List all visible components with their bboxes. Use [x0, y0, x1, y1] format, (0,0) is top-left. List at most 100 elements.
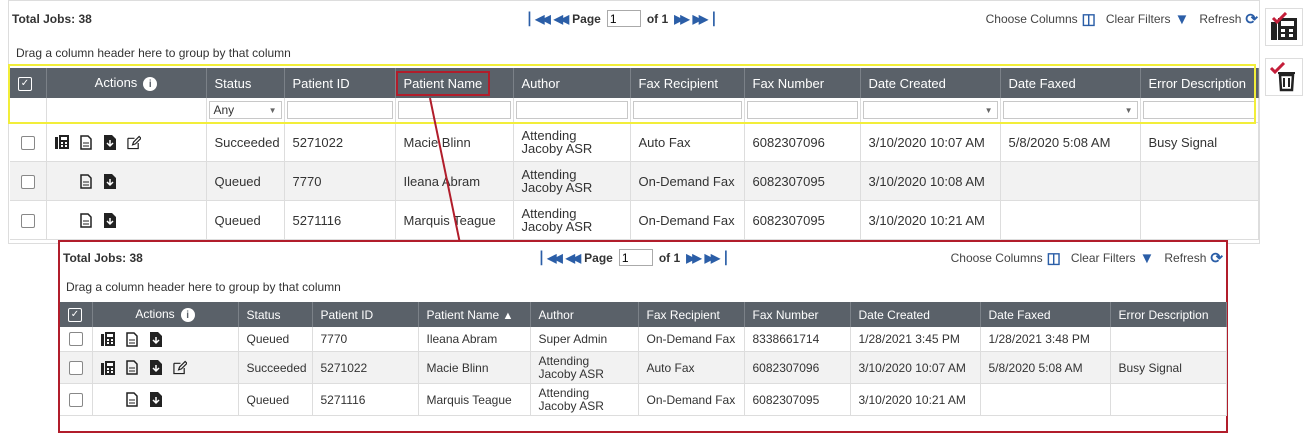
select-all-header[interactable]: ✓ [10, 68, 47, 98]
clear-filters-button[interactable]: Clear Filters ▼ [1106, 11, 1190, 28]
col-author[interactable]: Author [513, 68, 631, 98]
download-icon[interactable] [103, 212, 117, 228]
col-status[interactable]: Status [206, 68, 285, 98]
col-actions[interactable]: Actions i [46, 68, 207, 98]
col-error-description[interactable]: Error Description [1110, 302, 1227, 327]
date-created-filter[interactable]: ▼ [862, 101, 998, 119]
edit-icon[interactable] [172, 360, 187, 376]
first-page-icon[interactable]: ▏◀◀ [529, 12, 551, 26]
fax-recipient-filter[interactable] [632, 101, 742, 119]
status-filter-select[interactable]: Any ▼ [208, 101, 282, 119]
choose-columns-button[interactable]: Choose Columns ◫ [951, 249, 1061, 267]
error-description-cell [1140, 200, 1259, 240]
last-page-icon[interactable]: ▶▶▕ [693, 12, 715, 26]
col-patient-id[interactable]: Patient ID [312, 302, 419, 327]
col-date-created[interactable]: Date Created [850, 302, 981, 327]
info-icon[interactable]: i [180, 308, 195, 323]
row-checkbox[interactable] [68, 332, 83, 347]
date-created-cell: 1/28/2021 3:45 PM [850, 327, 981, 352]
download-icon[interactable] [149, 331, 163, 347]
next-page-icon[interactable]: ▶▶ [674, 12, 690, 26]
prev-page-icon[interactable]: ◀◀ [554, 12, 570, 26]
fax-icon[interactable] [54, 134, 69, 150]
date-created-cell: 3/10/2020 10:07 AM [860, 122, 1001, 162]
row-checkbox[interactable] [20, 135, 35, 150]
author-line-2: Jacoby ASR [538, 366, 604, 381]
action-icons [55, 173, 198, 189]
error-description-filter[interactable] [1142, 101, 1256, 119]
filter-cell: ▼ [1000, 98, 1141, 123]
date-faxed-filter[interactable]: ▼ [1002, 101, 1138, 119]
info-icon[interactable]: i [143, 77, 158, 92]
document-icon[interactable] [79, 134, 93, 150]
col-fax-recipient[interactable]: Fax Recipient [638, 302, 745, 327]
patient-id-filter[interactable] [286, 101, 393, 119]
group-by-bar[interactable]: Drag a column header here to group by th… [66, 280, 341, 294]
col-author[interactable]: Author [530, 302, 639, 327]
row-checkbox[interactable] [20, 213, 35, 228]
col-patient-name[interactable]: Patient Name ▲ [418, 302, 531, 327]
patient-name-cell: Ileana Abram [395, 161, 514, 201]
col-patient-id[interactable]: Patient ID [284, 68, 396, 98]
prev-page-icon[interactable]: ◀◀ [566, 251, 582, 265]
clear-filters-button[interactable]: Clear Filters ▼ [1071, 250, 1155, 267]
refresh-button[interactable]: Refresh ⟳ [1199, 10, 1258, 28]
document-icon[interactable] [79, 173, 93, 189]
col-date-faxed[interactable]: Date Faxed [1000, 68, 1141, 98]
row-checkbox[interactable] [68, 360, 83, 375]
check-icon[interactable]: ✓ [68, 307, 82, 322]
col-fax-number[interactable]: Fax Number [744, 68, 861, 98]
col-error-description[interactable]: Error Description [1140, 68, 1259, 98]
row-select-cell [60, 351, 93, 384]
delete-fax-icon[interactable] [1265, 58, 1303, 96]
columns-icon: ◫ [1081, 11, 1096, 28]
action-icons [54, 134, 198, 150]
author-cell: Attending Jacoby ASR [530, 351, 639, 384]
col-patient-name[interactable]: Patient Name [395, 68, 514, 98]
choose-columns-button[interactable]: Choose Columns ◫ [986, 10, 1096, 28]
download-icon[interactable] [149, 360, 163, 376]
fax-queue-icon[interactable] [1265, 8, 1303, 46]
patient-name-cell: Marquis Teague [395, 200, 514, 240]
status-cell: Queued [238, 383, 313, 416]
col-date-created[interactable]: Date Created [860, 68, 1001, 98]
download-icon[interactable] [103, 134, 117, 150]
chevron-down-icon: ▼ [268, 105, 277, 115]
page-input[interactable] [606, 10, 641, 27]
last-page-icon[interactable]: ▶▶▕ [705, 251, 727, 265]
filter-row: Any ▼ ▼ ▼ [10, 98, 1259, 123]
page-input[interactable] [618, 249, 653, 266]
check-icon[interactable]: ✓ [18, 76, 32, 91]
filter-icon: ▼ [1139, 249, 1155, 267]
download-icon[interactable] [149, 392, 163, 408]
action-icons [101, 392, 230, 408]
col-fax-number[interactable]: Fax Number [744, 302, 851, 327]
table-row: Succeeded 5271022 Macie Blinn Attending J… [60, 351, 1227, 384]
download-icon[interactable] [103, 173, 117, 189]
first-page-icon[interactable]: ▏◀◀ [541, 251, 563, 265]
row-checkbox[interactable] [68, 392, 83, 407]
fax-icon[interactable] [100, 360, 115, 376]
refresh-button[interactable]: Refresh ⟳ [1164, 249, 1223, 267]
group-by-bar[interactable]: Drag a column header here to group by th… [16, 46, 291, 60]
document-icon[interactable] [79, 212, 93, 228]
fax-icon[interactable] [100, 331, 115, 347]
document-icon[interactable] [125, 360, 139, 376]
document-icon[interactable] [125, 331, 139, 347]
edit-icon[interactable] [126, 134, 141, 150]
patient-name-filter[interactable] [397, 101, 511, 119]
select-all-header[interactable]: ✓ [60, 302, 93, 327]
col-fax-recipient[interactable]: Fax Recipient [630, 68, 745, 98]
document-icon[interactable] [125, 392, 139, 408]
action-icons [100, 331, 230, 347]
col-actions[interactable]: Actions i [92, 302, 239, 327]
fax-number-filter[interactable] [746, 101, 858, 119]
next-page-icon[interactable]: ▶▶ [686, 251, 702, 265]
author-filter[interactable] [515, 101, 628, 119]
date-created-cell: 3/10/2020 10:21 AM [860, 200, 1001, 240]
col-status[interactable]: Status [238, 302, 313, 327]
patient-id-cell: 7770 [284, 161, 396, 201]
col-date-faxed[interactable]: Date Faxed [980, 302, 1111, 327]
row-checkbox[interactable] [20, 174, 35, 189]
patient-id-cell: 5271116 [284, 200, 396, 240]
